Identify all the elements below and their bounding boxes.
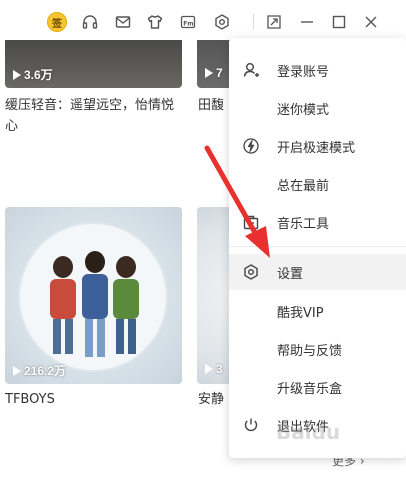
mail-icon[interactable] [113,12,133,32]
menu-item-label: 登录账号 [277,64,330,80]
play-icon [205,68,213,78]
play-count-value: 216.2万 [24,364,67,378]
menu-item-settings[interactable]: 设置 [229,254,406,290]
play-count-value: 3 [216,362,223,376]
play-icon [13,365,21,376]
menu-item-label: 帮助与反馈 [277,343,343,359]
close-icon[interactable] [361,12,381,32]
menu-item-always-on-top[interactable]: 总在最前 [229,166,406,202]
mini-mode-icon[interactable] [264,12,284,32]
menu-item-mini-mode[interactable]: 迷你模式 [229,90,406,126]
toolbox-icon [242,213,260,231]
menu-item-label: 总在最前 [277,178,330,194]
menu-item-kuwo-vip[interactable]: 酷我VIP [229,293,406,329]
vip-coin-label: 签 [47,12,67,32]
menu-item-label: 音乐工具 [277,216,330,232]
menu-item-music-tools[interactable]: 音乐工具 [229,204,406,240]
playlist-card-cover[interactable]: 3.6万 [5,40,182,88]
power-icon [242,416,260,434]
playlist-card-title[interactable]: 缓压轻音：遥望远空，怡情悦心 [5,95,183,137]
watermark: Baidu [276,420,341,444]
vip-coin-icon[interactable]: 签 [47,12,67,32]
play-icon [205,364,213,374]
menu-item-label: 设置 [277,266,304,282]
minimize-icon[interactable] [297,12,317,32]
settings-hexagon-icon[interactable] [212,12,232,32]
play-count: 7 [205,66,223,80]
playlist-card-title[interactable]: TFBOYS [5,389,55,410]
svg-text:Fm: Fm [183,20,193,27]
play-count: 216.2万 [13,362,66,379]
menu-item-login[interactable]: 登录账号 [229,52,406,88]
tfboys-cover-art [18,222,168,372]
menu-item-upgrade[interactable]: 升级音乐盒 [229,369,406,405]
menu-item-help-feedback[interactable]: 帮助与反馈 [229,331,406,367]
user-icon [242,61,260,79]
play-icon [13,69,21,80]
menu-item-fast-mode[interactable]: 开启极速模式 [229,128,406,164]
menu-item-label: 酷我VIP [277,305,324,321]
play-count: 3 [205,362,223,376]
play-count-value: 7 [216,66,223,80]
menu-item-label: 迷你模式 [277,102,330,118]
play-count-value: 3.6万 [24,68,53,82]
headphones-icon[interactable] [80,12,100,32]
menu-divider [229,246,406,247]
menu-item-label: 升级音乐盒 [277,381,343,397]
menu-item-label: 开启极速模式 [277,140,356,156]
settings-hexagon-icon [242,263,260,281]
tshirt-icon[interactable] [145,12,165,32]
maximize-icon[interactable] [329,12,349,32]
titlebar-divider [253,14,254,30]
lightning-icon [242,137,260,155]
fm-icon[interactable]: Fm [178,12,198,32]
playlist-card-cover[interactable]: 216.2万 [5,207,182,384]
main-menu-dropdown: 登录账号 迷你模式 开启极速模式 总在最前 音乐工具 设置 酷我VIP 帮助与反… [229,38,406,458]
play-count: 3.6万 [13,66,53,83]
